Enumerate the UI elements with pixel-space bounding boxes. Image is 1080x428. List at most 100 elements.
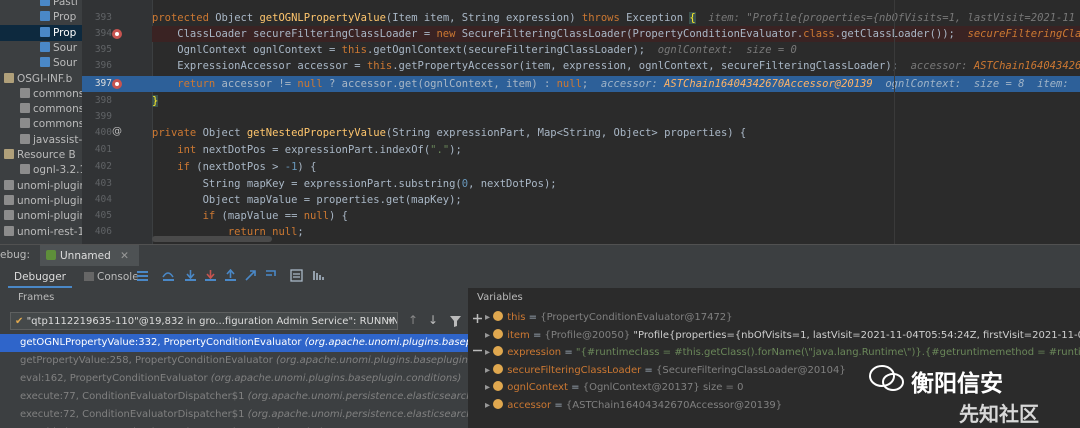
expand-icon[interactable]: ▸ <box>485 382 493 393</box>
tree-item[interactable]: ognl-3.2.14 <box>0 162 82 178</box>
code-editor[interactable]: protected Object getOGNLPropertyValue(It… <box>152 0 1080 244</box>
thread-select[interactable]: ✔ "qtp1112219635-110"@19,832 in gro...fi… <box>10 312 398 330</box>
code-line-403: String mapKey = expressionPart.substring… <box>152 178 557 190</box>
frame-row[interactable]: runWithTimer:38, MetricAdapter (org.apac… <box>0 424 468 428</box>
expand-icon[interactable]: ▸ <box>485 330 493 341</box>
variable-eq: = <box>525 312 541 323</box>
tree-item[interactable]: unomi-plugin <box>0 208 82 224</box>
run-to-cursor-icon[interactable] <box>264 269 277 282</box>
line-number: 402 <box>94 161 112 172</box>
field-icon <box>493 311 504 321</box>
watermark-site: 先知社区 <box>959 402 1039 426</box>
java-class-icon <box>40 11 50 22</box>
breakpoint-icon[interactable] <box>112 29 122 39</box>
expand-icon[interactable]: ▸ <box>485 347 493 358</box>
tab-debugger[interactable]: Debugger <box>8 266 72 288</box>
drop-frame-icon[interactable] <box>244 269 257 282</box>
field-icon <box>493 328 504 339</box>
tab-session-unnamed[interactable]: Unnamed ✕ <box>40 245 139 267</box>
debug-session-icon <box>46 250 56 260</box>
frame-row[interactable]: execute:77, ConditionEvaluatorDispatcher… <box>0 388 468 406</box>
tree-item-label: unomi-plugin <box>17 210 82 223</box>
frame-row[interactable]: getPropertyValue:258, PropertyConditionE… <box>0 352 468 370</box>
tree-item-label: OSGI-INF.b <box>17 72 73 85</box>
jar-icon <box>4 179 14 190</box>
line-number: 397 <box>94 78 112 89</box>
frames-title: Frames <box>18 292 55 303</box>
field-icon <box>493 381 504 391</box>
frame-package: (org.apache.unomi.plugins.baseplugin.con… <box>210 373 462 384</box>
variable-name: accessor <box>507 399 552 411</box>
variable-name: ognlContext <box>507 382 568 393</box>
step-into-icon[interactable] <box>184 269 197 282</box>
tree-item[interactable]: Prop <box>0 9 82 25</box>
evaluate-expression-icon[interactable] <box>290 269 303 282</box>
frame-row[interactable]: eval:162, PropertyConditionEvaluator (or… <box>0 370 468 388</box>
code-line-404: Object mapValue = properties.get(mapKey)… <box>152 194 462 206</box>
tree-item[interactable]: unomi-plugin <box>0 178 82 194</box>
java-class-icon <box>40 41 50 52</box>
expand-icon[interactable]: ▸ <box>485 365 493 376</box>
debug-session-bar: ebug: Unnamed ✕ <box>0 244 1080 267</box>
tree-item[interactable]: Sour <box>0 55 82 71</box>
annotation-icon[interactable]: @ <box>112 126 122 137</box>
tree-item[interactable]: commons- <box>0 86 82 102</box>
chevron-down-icon: ▾ <box>387 316 393 327</box>
frames-panel: Frames ✔ "qtp1112219635-110"@19,832 in g… <box>0 288 469 428</box>
frame-method: getOGNLPropertyValue:332, PropertyCondit… <box>20 337 305 348</box>
field-icon <box>493 346 504 356</box>
frame-package: (org.apache.unomi.persistence.elasticsea… <box>247 391 468 402</box>
console-icon <box>84 272 94 281</box>
field-icon <box>493 398 504 409</box>
arrow-up-icon[interactable]: ↑ <box>408 313 418 327</box>
java-class-icon <box>40 0 50 6</box>
expand-icon[interactable]: ▸ <box>485 400 493 411</box>
tree-item[interactable]: OSGI-INF.b <box>0 71 82 87</box>
frame-method: execute:72, ConditionEvaluatorDispatcher… <box>20 409 248 420</box>
filter-icon[interactable] <box>450 316 461 327</box>
variable-value: {PropertyConditionEvaluator@17472} <box>540 312 733 323</box>
tree-item[interactable]: Prop <box>0 24 82 41</box>
tree-item-label: unomi-rest-1. <box>17 225 82 238</box>
jar-icon <box>20 103 30 114</box>
variable-value: {OgnlContext@20137} <box>582 382 703 393</box>
tree-item[interactable]: commons- <box>0 116 82 132</box>
trace-stream-icon[interactable] <box>312 269 325 282</box>
tree-item-label: commons- <box>33 118 82 131</box>
tree-item[interactable]: Resource B <box>0 147 82 163</box>
variable-name: secureFilteringClassLoader <box>507 364 642 376</box>
variable-row[interactable]: ▸ this = {PropertyConditionEvaluator@174… <box>469 310 1080 326</box>
frame-row[interactable]: execute:72, ConditionEvaluatorDispatcher… <box>0 406 468 424</box>
variable-string: "Profile{properties={nbOfVisits=1, lastV… <box>633 329 1080 341</box>
horizontal-scrollbar[interactable] <box>152 236 272 242</box>
tree-item-label: Resource B <box>17 149 76 161</box>
java-class-icon <box>40 26 50 37</box>
watermark-brand: 衡阳信安 <box>911 371 1003 397</box>
tree-item[interactable]: Sour <box>0 40 82 56</box>
frame-row[interactable]: getOGNLPropertyValue:332, PropertyCondit… <box>0 334 468 352</box>
tree-item-label: Prop <box>53 11 77 24</box>
variable-eq: = <box>567 382 583 393</box>
step-out-icon[interactable] <box>224 269 237 282</box>
tree-item[interactable]: commons- <box>0 101 82 117</box>
force-step-into-icon[interactable] <box>204 269 217 282</box>
variable-value: "{#runtimeclass = #this.getClass().forNa… <box>575 347 1080 358</box>
show-execution-point-icon[interactable] <box>136 269 149 282</box>
tree-item-label: Sour <box>53 57 78 70</box>
tab-console[interactable]: Console <box>78 266 145 288</box>
tree-item[interactable]: javassist-3. <box>0 132 82 148</box>
variable-row[interactable]: ▸ expression = "{#runtimeclass = #this.g… <box>469 345 1080 361</box>
frame-method: execute:77, ConditionEvaluatorDispatcher… <box>20 391 248 402</box>
code-line-396: ExpressionAccessor accessor = this.getPr… <box>152 60 1080 72</box>
variable-row[interactable]: ▸ item = {Profile@20050} "Profile{proper… <box>469 328 1080 344</box>
expand-icon[interactable]: ▸ <box>485 312 493 323</box>
breakpoint-icon[interactable] <box>112 79 122 89</box>
variable-eq: = <box>641 364 656 376</box>
tree-item[interactable]: unomi-rest-1. <box>0 224 82 240</box>
jar-icon <box>20 118 30 129</box>
arrow-down-icon[interactable]: ↓ <box>428 313 438 327</box>
tree-item[interactable]: unomi-plugin <box>0 193 82 209</box>
tree-item-label: unomi-plugin <box>17 179 82 192</box>
close-icon[interactable]: ✕ <box>120 250 129 262</box>
step-over-icon[interactable] <box>162 269 175 282</box>
